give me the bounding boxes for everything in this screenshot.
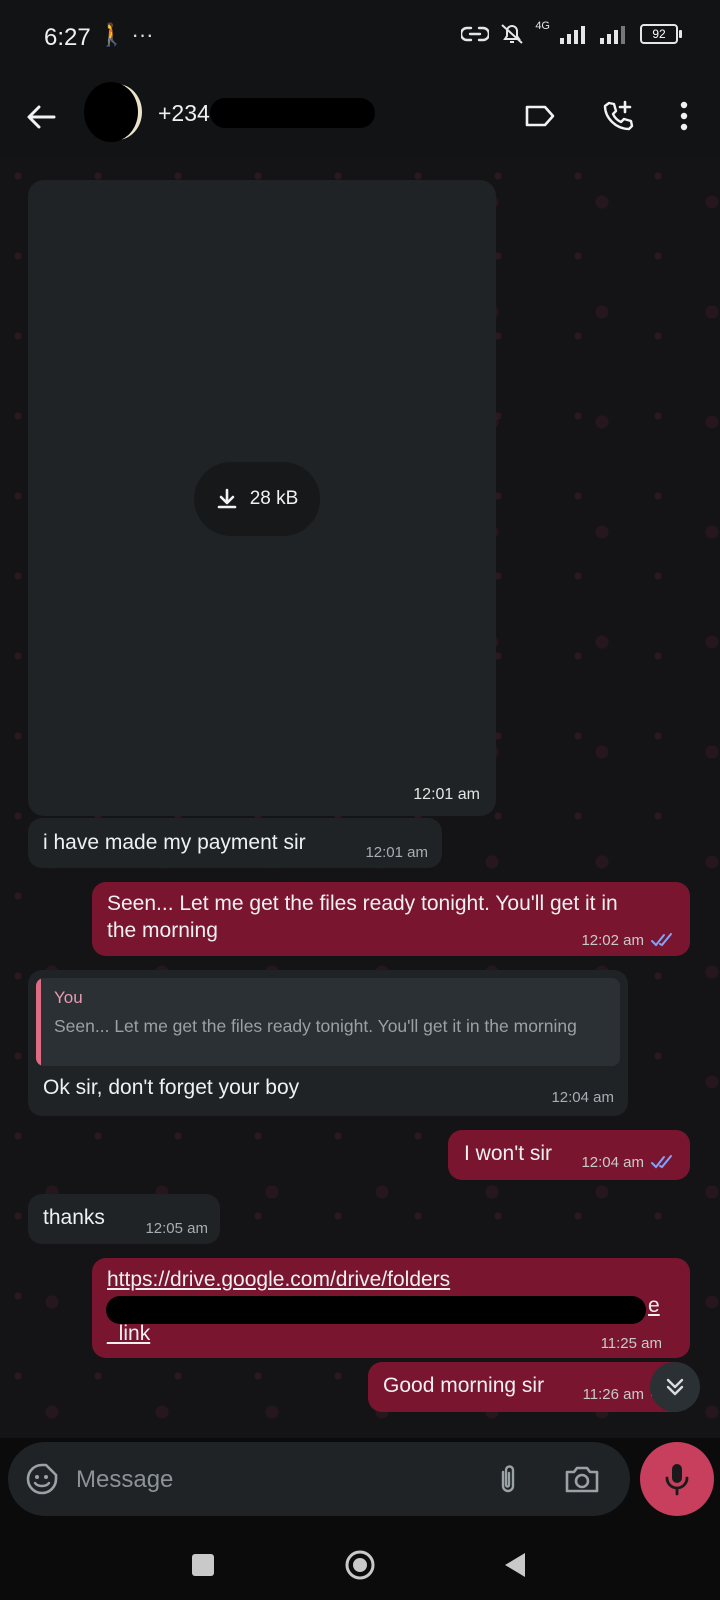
- signal-icon: [560, 26, 585, 44]
- message-time: 12:02 am: [581, 932, 644, 949]
- message-time: 12:01 am: [413, 786, 480, 803]
- status-time: 6:27: [44, 24, 91, 51]
- emoji-button[interactable]: [22, 1459, 62, 1499]
- quote-text: Seen... Let me get the files ready tonig…: [54, 1016, 577, 1036]
- outgoing-message[interactable]: Good morning sir 11:26 am: [368, 1362, 690, 1412]
- attach-button[interactable]: [488, 1459, 528, 1499]
- download-icon: [217, 488, 237, 509]
- back-nav-button[interactable]: [492, 1542, 538, 1588]
- incoming-message[interactable]: i have made my payment sir 12:01 am: [28, 818, 442, 868]
- quote-author: You: [54, 988, 83, 1007]
- double-chevron-down-icon: [666, 1378, 684, 1396]
- voice-message-button[interactable]: [640, 1442, 714, 1516]
- status-bar: 6:27 🚶 ··· 4G 92: [0, 0, 720, 78]
- link-text-end[interactable]: _link: [107, 1320, 150, 1347]
- muted-bell-icon: [501, 24, 523, 44]
- outgoing-message[interactable]: Seen... Let me get the files ready tonig…: [92, 882, 690, 956]
- home-circle-icon: [345, 1550, 375, 1580]
- link-text-tail[interactable]: e: [648, 1292, 660, 1319]
- link-text[interactable]: https://drive.google.com/drive/folders: [107, 1266, 450, 1293]
- message-text: thanks: [43, 1206, 105, 1229]
- sticker-emoji-icon: [26, 1463, 58, 1495]
- message-time: 12:04 am: [581, 1154, 644, 1171]
- link-icon: [461, 26, 490, 42]
- arrow-left-icon: [27, 105, 56, 129]
- add-call-icon: [603, 100, 634, 131]
- camera-button[interactable]: [562, 1459, 602, 1499]
- outgoing-message[interactable]: I won't sir 12:04 am: [448, 1130, 690, 1180]
- message-input[interactable]: [74, 1442, 488, 1518]
- message-text: Ok sir, don't forget your boy: [43, 1076, 300, 1099]
- status-right-icons: 4G 92: [461, 20, 682, 46]
- message-time: 12:01 am: [365, 844, 428, 861]
- label-tag-icon: [525, 105, 555, 127]
- recents-button[interactable]: [180, 1542, 226, 1588]
- download-size: 28 kB: [249, 488, 299, 509]
- back-button[interactable]: [20, 96, 62, 138]
- message-composer: [8, 1442, 630, 1518]
- avatar[interactable]: [84, 82, 138, 142]
- message-time: 12:04 am: [551, 1089, 614, 1106]
- microphone-icon: [665, 1464, 689, 1496]
- message-text: Seen... Let me get the files ready tonig…: [107, 892, 618, 915]
- network-type-label: 4G: [535, 20, 550, 32]
- message-text: Good morning sir: [383, 1374, 545, 1397]
- more-options-button[interactable]: [664, 96, 704, 136]
- contact-name[interactable]: +234: [158, 100, 210, 127]
- message-time: 11:25 am: [600, 1335, 662, 1352]
- outgoing-link-message[interactable]: https://drive.google.com/drive/folders e…: [92, 1258, 690, 1358]
- signal-icon-2: [600, 26, 625, 44]
- square-icon: [192, 1554, 214, 1576]
- message-time: 12:05 am: [145, 1220, 208, 1237]
- redacted-link-block: [106, 1296, 646, 1324]
- image-message[interactable]: 28 kB 12:01 am: [28, 180, 496, 816]
- quote-bar: [36, 978, 41, 1066]
- chat-header: +234: [0, 78, 720, 159]
- paperclip-icon: [501, 1465, 515, 1493]
- status-activity-icons: 🚶 ···: [98, 22, 154, 47]
- incoming-message[interactable]: thanks 12:05 am: [28, 1194, 220, 1244]
- chat-area[interactable]: 28 kB 12:01 am i have made my payment si…: [0, 158, 720, 1438]
- message-text: I won't sir: [464, 1142, 553, 1165]
- message-text: i have made my payment sir: [43, 831, 306, 854]
- label-button[interactable]: [520, 96, 560, 136]
- quoted-message[interactable]: You Seen... Let me get the files ready t…: [36, 978, 620, 1066]
- add-call-button[interactable]: [598, 96, 638, 136]
- more-vertical-icon: [680, 101, 688, 131]
- redacted-name-block: [210, 98, 375, 128]
- download-button[interactable]: 28 kB: [194, 462, 320, 536]
- read-ticks-icon: [651, 1155, 672, 1169]
- triangle-back-icon: [505, 1553, 525, 1577]
- scroll-to-bottom-button[interactable]: [650, 1362, 700, 1412]
- read-ticks-icon: [651, 933, 672, 947]
- message-text-line2: the morning: [107, 919, 218, 942]
- camera-icon: [565, 1466, 599, 1493]
- message-time: 11:26 am: [582, 1386, 644, 1403]
- battery-indicator: 92: [640, 24, 682, 44]
- home-button[interactable]: [337, 1542, 383, 1588]
- incoming-reply-message[interactable]: You Seen... Let me get the files ready t…: [28, 970, 628, 1116]
- system-navigation-bar: [0, 1530, 720, 1600]
